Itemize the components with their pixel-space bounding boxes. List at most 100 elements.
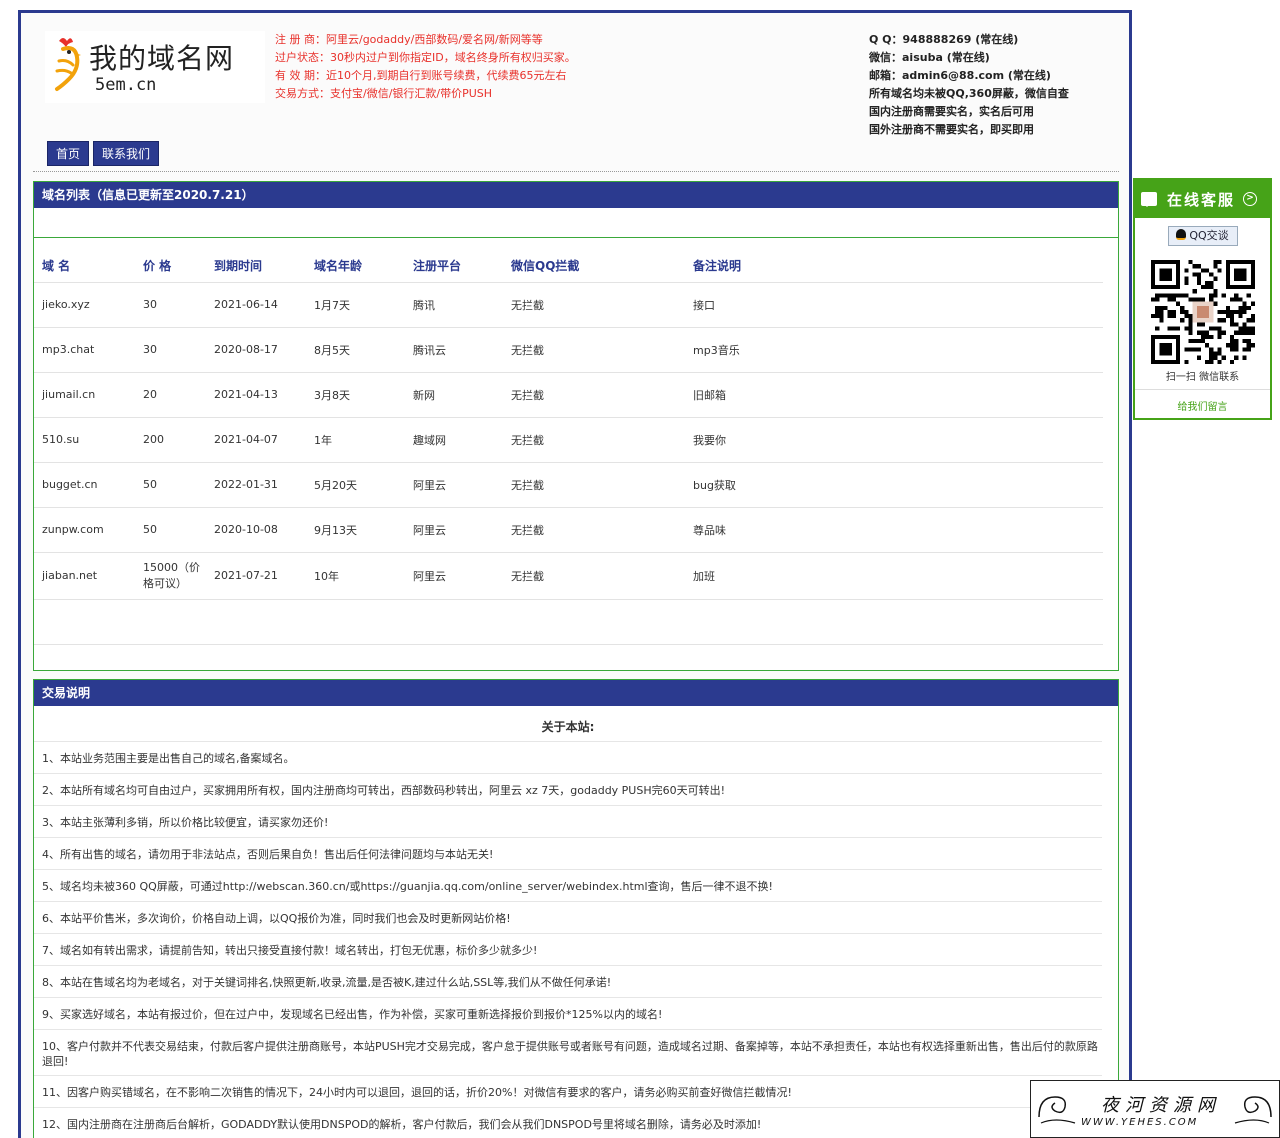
cell-registrar: 腾讯云 — [405, 327, 503, 373]
trade-rules-list: 1、本站业务范围主要是出售自己的域名,备案域名。 2、本站所有域名均可自由过户，买… — [34, 742, 1102, 1138]
col-domain[interactable]: 域 名 — [34, 250, 135, 283]
ornament-right-icon — [1234, 1096, 1272, 1124]
trade-body: 关于本站: 1、本站业务范围主要是出售自己的域名,备案域名。 2、本站所有域名均可… — [34, 712, 1102, 1138]
cell-block-status: 无拦截 — [503, 327, 685, 373]
col-expiry[interactable]: 到期时间 — [206, 250, 306, 283]
nav-contact-button[interactable]: 联系我们 — [93, 141, 160, 166]
qq-chat-label: QQ交谈 — [1189, 229, 1229, 242]
table-row[interactable]: mp3.chat 30 2020-08-17 8月5天 腾讯云 无拦截 mp3音乐 — [34, 327, 1103, 373]
cell-expiry: 2021-07-21 — [206, 552, 306, 600]
qq-chat-button[interactable]: QQ交谈 — [1167, 226, 1238, 246]
col-registrar[interactable]: 注册平台 — [405, 250, 503, 283]
domain-table-header: 域 名 价 格 到期时间 域名年龄 注册平台 微信QQ拦截 备注说明 — [34, 250, 1103, 283]
table-row[interactable]: jieko.xyz 30 2021-06-14 1月7天 腾讯 无拦截 接口 — [34, 282, 1103, 328]
col-block-status[interactable]: 微信QQ拦截 — [503, 250, 685, 283]
cell-expiry: 2020-08-17 — [206, 327, 306, 373]
page-frame: 我的域名网 5em.cn 注 册 商：阿里云/godaddy/西部数码/爱名网/… — [18, 10, 1132, 1138]
service-title: 在线客服 — [1167, 190, 1236, 209]
trade-rule-item: 9、买家选好域名，本站有报过价，但在过户中，发现域名已经出售，作为补偿，买家可重… — [34, 998, 1102, 1030]
table-row[interactable]: zunpw.com 50 2020-10-08 9月13天 阿里云 无拦截 尊品味 — [34, 507, 1103, 553]
table-row[interactable]: 510.su 200 2021-04-07 1年 趣域网 无拦截 我要你 — [34, 417, 1103, 463]
cell-price: 50 — [135, 507, 206, 553]
cell-registrar: 腾讯 — [405, 282, 503, 328]
cell-expiry: 2021-04-13 — [206, 372, 306, 418]
trade-panel-title: 交易说明 — [34, 680, 1118, 706]
cell-remark: 加班 — [685, 552, 1103, 600]
cell-domain: zunpw.com — [34, 507, 135, 553]
trade-rule-item: 3、本站主张薄利多销，所以价格比较便宜，请买家勿还价! — [34, 806, 1102, 838]
cell-domain: jiumail.cn — [34, 372, 135, 418]
cell-age: 1月7天 — [306, 282, 405, 328]
domain-table-bottom-line — [34, 644, 1103, 645]
cell-domain: mp3.chat — [34, 327, 135, 373]
cell-registrar: 阿里云 — [405, 552, 503, 600]
cell-age: 3月8天 — [306, 372, 405, 418]
cell-price: 20 — [135, 372, 206, 418]
trade-rule-item: 8、本站在售域名均为老域名，对于关键词排名,快照更新,收录,流量,是否被K,建过… — [34, 966, 1102, 998]
table-row[interactable]: jiaban.net 15000（价格可议） 2021-07-21 10年 阿里云 无拦截… — [34, 552, 1103, 600]
contact-info: Q Q：948888269 (常在线) 微信：aisuba (常在线) 邮箱：a… — [869, 31, 1069, 139]
trade-rule-item: 12、国内注册商在注册商后台解析，GODADDY默认使用DNSPOD的解析，客户… — [34, 1108, 1102, 1138]
cell-price: 15000（价格可议） — [135, 552, 206, 600]
cell-domain: jiaban.net — [34, 552, 135, 600]
ornament-left-icon — [1038, 1096, 1076, 1124]
cell-registrar: 阿里云 — [405, 507, 503, 553]
cell-age: 8月5天 — [306, 327, 405, 373]
cell-age: 1年 — [306, 417, 405, 463]
table-row[interactable]: bugget.cn 50 2022-01-31 5月20天 阿里云 无拦截 bug获取 — [34, 462, 1103, 508]
cell-registrar: 趣域网 — [405, 417, 503, 463]
notice-validity: 有 效 期：近10个月,到期自行到账号续费，代续费65元左右 — [275, 69, 567, 82]
col-price[interactable]: 价 格 — [135, 250, 206, 283]
rooster-logo-icon — [55, 38, 81, 91]
domain-list-title: 域名列表（信息已更新至2020.7.21） — [34, 182, 1118, 208]
site-logo[interactable]: 我的域名网 5em.cn — [45, 31, 265, 103]
qr-caption: 扫一扫 微信联系 — [1135, 368, 1270, 390]
trade-panel: 交易说明 关于本站: 1、本站业务范围主要是出售自己的域名,备案域名。 2、本站所… — [33, 679, 1119, 1138]
cell-registrar: 新网 — [405, 372, 503, 418]
cell-expiry: 2021-04-07 — [206, 417, 306, 463]
about-site-heading: 关于本站: — [34, 712, 1102, 742]
header-divider — [33, 171, 1119, 172]
watermark-badge: 夜河资源网 WWW.YEHES.COM — [1030, 1080, 1280, 1138]
cell-remark: mp3音乐 — [685, 327, 1103, 373]
trade-rule-item: 11、因客户购买错域名，在不影响二次销售的情况下，24小时内可以退回，退回的话，… — [34, 1076, 1102, 1108]
trade-rule-item: 6、本站平价售米，多次询价，价格自动上调，以QQ报价为准，同时我们也会及时更新网… — [34, 902, 1102, 934]
cell-expiry: 2020-10-08 — [206, 507, 306, 553]
service-header[interactable]: 在线客服 > — [1135, 180, 1270, 218]
col-age[interactable]: 域名年龄 — [306, 250, 405, 283]
contact-qq: Q Q：948888269 (常在线) — [869, 33, 1019, 46]
table-row[interactable]: jiumail.cn 20 2021-04-13 3月8天 新网 无拦截 旧邮箱 — [34, 372, 1103, 418]
cell-remark: bug获取 — [685, 462, 1103, 508]
cell-domain: jieko.xyz — [34, 282, 135, 328]
cell-remark: 接口 — [685, 282, 1103, 328]
trade-rule-item: 7、域名如有转出需求，请提前告知，转出只接受直接付款！域名转出，打包无优惠，标价… — [34, 934, 1102, 966]
wechat-qr-code — [1150, 260, 1255, 364]
cell-block-status: 无拦截 — [503, 417, 685, 463]
cell-price: 30 — [135, 282, 206, 328]
contact-note-domestic: 国内注册商需要实名，实名后可用 — [869, 105, 1034, 118]
trade-rule-item: 1、本站业务范围主要是出售自己的域名,备案域名。 — [34, 742, 1102, 774]
trade-rule-item: 10、客户付款并不代表交易结束，付款后客户提供注册商账号，本站PUSH完才交易完… — [34, 1030, 1102, 1076]
cell-block-status: 无拦截 — [503, 507, 685, 553]
cell-registrar: 阿里云 — [405, 462, 503, 508]
cell-remark: 我要你 — [685, 417, 1103, 463]
cell-block-status: 无拦截 — [503, 282, 685, 328]
online-service-widget: 在线客服 > QQ交谈 扫一扫 微信联系 给我们留言 — [1133, 178, 1272, 420]
notice-registrar: 注 册 商：阿里云/godaddy/西部数码/爱名网/新网等等 — [275, 33, 543, 46]
cell-price: 200 — [135, 417, 206, 463]
trade-rule-item: 2、本站所有域名均可自由过户，买家拥用所有权，国内注册商均可转出，西部数码秒转出… — [34, 774, 1102, 806]
notice-transfer: 过户状态：30秒内过户到你指定ID，域名终身所有权归买家。 — [275, 51, 576, 64]
logo-domain: 5em.cn — [95, 75, 157, 95]
main-nav: 首页 联系我们 — [47, 141, 160, 166]
sales-notice: 注 册 商：阿里云/godaddy/西部数码/爱名网/新网等等 过户状态：30秒… — [275, 31, 576, 103]
arrow-right-circle-icon: > — [1243, 192, 1258, 206]
nav-home-button[interactable]: 首页 — [47, 141, 90, 166]
cell-block-status: 无拦截 — [503, 372, 685, 418]
col-remark[interactable]: 备注说明 — [685, 250, 1103, 283]
domain-table: 域 名 价 格 到期时间 域名年龄 注册平台 微信QQ拦截 备注说明 jieko… — [34, 250, 1103, 600]
cell-block-status: 无拦截 — [503, 552, 685, 600]
cell-price: 30 — [135, 327, 206, 373]
leave-message-link[interactable]: 给我们留言 — [1135, 398, 1270, 413]
cell-domain: bugget.cn — [34, 462, 135, 508]
trade-rule-item: 5、域名均未被360 QQ屏蔽，可通过http://webscan.360.cn… — [34, 870, 1102, 902]
